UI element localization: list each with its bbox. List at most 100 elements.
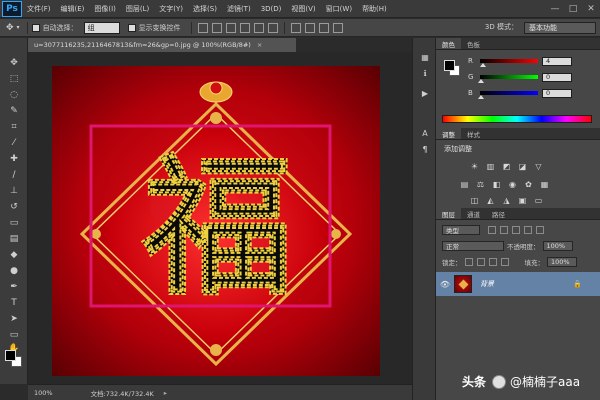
minimize-icon[interactable]: — <box>546 0 564 18</box>
lock-move-icon[interactable] <box>488 258 497 266</box>
channel-mixer-icon[interactable]: ✿ <box>524 180 533 189</box>
blue-value-field[interactable]: 0 <box>542 88 572 98</box>
invert-icon[interactable]: ◫ <box>470 196 479 205</box>
filter-type-icon[interactable] <box>512 226 520 234</box>
layer-kind-dropdown[interactable]: 类型 <box>442 225 480 235</box>
align-hcenter-icon[interactable] <box>253 22 264 33</box>
filter-adjust-icon[interactable] <box>500 226 508 234</box>
lock-transparent-icon[interactable] <box>464 258 473 266</box>
close-icon[interactable]: ✕ <box>582 0 600 18</box>
status-menu-arrow-icon[interactable]: ▸ <box>164 389 167 397</box>
gradient-tool-icon[interactable]: ▤ <box>5 232 23 245</box>
red-slider-knob-icon[interactable] <box>480 63 486 67</box>
align-left-icon[interactable] <box>239 22 250 33</box>
black-white-icon[interactable]: ◧ <box>492 180 501 189</box>
lock-all-icon[interactable] <box>500 258 509 266</box>
healing-brush-tool-icon[interactable]: ✚ <box>5 152 23 165</box>
blur-tool-icon[interactable]: ◆ <box>5 248 23 261</box>
menu-view[interactable]: 视图(V) <box>286 4 320 14</box>
clone-stamp-tool-icon[interactable]: ⊥ <box>5 184 23 197</box>
photo-filter-icon[interactable]: ◉ <box>508 180 517 189</box>
menu-select[interactable]: 选择(S) <box>188 4 222 14</box>
hue-saturation-icon[interactable]: ▤ <box>460 180 469 189</box>
align-bottom-icon[interactable] <box>225 22 236 33</box>
crop-tool-icon[interactable]: ⌗ <box>5 120 23 133</box>
eyedropper-tool-icon[interactable]: ⁄ <box>5 136 23 149</box>
marquee-tool-icon[interactable]: ⬚ <box>5 72 23 85</box>
canvas-area[interactable]: 福 <box>28 52 412 384</box>
red-slider-track[interactable] <box>480 59 538 67</box>
pen-tool-icon[interactable]: ✒ <box>5 280 23 293</box>
menu-window[interactable]: 窗口(W) <box>321 4 357 14</box>
filter-smart-icon[interactable] <box>536 226 544 234</box>
green-slider-track[interactable] <box>478 75 538 83</box>
green-slider-knob-icon[interactable] <box>478 79 484 83</box>
menu-edit[interactable]: 编辑(E) <box>56 4 90 14</box>
menu-layer[interactable]: 图层(L) <box>121 4 154 14</box>
fill-field[interactable]: 100% <box>547 257 577 267</box>
paragraph-panel-icon[interactable]: ¶ <box>419 144 431 154</box>
distribute-left-icon[interactable] <box>332 22 343 33</box>
auto-select-dropdown[interactable]: 组 <box>83 21 120 34</box>
layer-item-background[interactable]: 👁 背景 🔒 <box>436 272 600 296</box>
rectangle-tool-icon[interactable]: ▭ <box>5 328 23 341</box>
curves-icon[interactable]: ◩ <box>502 162 511 171</box>
align-right-icon[interactable] <box>267 22 278 33</box>
menu-help[interactable]: 帮助(H) <box>357 4 392 14</box>
gradient-map-icon[interactable]: ▭ <box>534 196 543 205</box>
auto-select-checkbox[interactable] <box>31 23 40 32</box>
menu-image[interactable]: 图像(I) <box>89 4 121 14</box>
green-value-field[interactable]: 0 <box>542 72 572 82</box>
type-tool-icon[interactable]: T <box>5 296 23 309</box>
dodge-tool-icon[interactable]: ● <box>5 264 23 277</box>
red-value-field[interactable]: 4 <box>542 56 572 66</box>
document-tab[interactable]: u=3077116235,2116467813&fm=26&gp=0.jpg @… <box>28 38 296 52</box>
align-vcenter-icon[interactable] <box>211 22 222 33</box>
brush-tool-icon[interactable]: ∕ <box>5 168 23 181</box>
path-select-tool-icon[interactable]: ➤ <box>5 312 23 325</box>
properties-panel-icon[interactable]: ℹ <box>419 68 431 78</box>
color-panel-foreground-swatch[interactable] <box>444 60 455 71</box>
distribute-vcenter-icon[interactable] <box>304 22 315 33</box>
filter-shape-icon[interactable] <box>524 226 532 234</box>
document-canvas[interactable]: 福 <box>52 66 380 376</box>
filter-pixel-icon[interactable] <box>488 226 496 234</box>
move-tool-icon[interactable]: ✥ <box>5 56 23 69</box>
posterize-icon[interactable]: ◭ <box>486 196 495 205</box>
maximize-icon[interactable]: □ <box>564 0 582 18</box>
color-balance-icon[interactable]: ⚖ <box>476 180 485 189</box>
tab-swatches[interactable]: 色板 <box>461 38 486 49</box>
distribute-bottom-icon[interactable] <box>318 22 329 33</box>
tool-preset-chevron-icon[interactable]: ▾ <box>17 24 20 31</box>
selective-color-icon[interactable]: ▣ <box>518 196 527 205</box>
workspace-switcher[interactable]: 基本功能 <box>524 22 596 34</box>
tab-color[interactable]: 颜色 <box>436 38 461 49</box>
zoom-level[interactable]: 100% <box>28 389 61 397</box>
history-panel-icon[interactable]: ▦ <box>419 52 431 62</box>
blend-mode-dropdown[interactable]: 正常 <box>442 241 504 251</box>
menu-type[interactable]: 文字(Y) <box>154 4 188 14</box>
menu-file[interactable]: 文件(F) <box>22 4 56 14</box>
actions-panel-icon[interactable]: ▶ <box>419 88 431 98</box>
quick-select-tool-icon[interactable]: ✎ <box>5 104 23 117</box>
close-tab-icon[interactable]: × <box>257 41 262 49</box>
brightness-icon[interactable]: ☀ <box>470 162 479 171</box>
color-swatches[interactable] <box>5 350 25 370</box>
levels-icon[interactable]: ▥ <box>486 162 495 171</box>
show-transform-checkbox[interactable] <box>127 23 136 32</box>
vibrance-icon[interactable]: ▽ <box>534 162 543 171</box>
character-panel-icon[interactable]: A <box>419 128 431 138</box>
menu-filter[interactable]: 滤镜(T) <box>222 4 256 14</box>
threshold-icon[interactable]: ◮ <box>502 196 511 205</box>
align-top-icon[interactable] <box>197 22 208 33</box>
exposure-icon[interactable]: ◪ <box>518 162 527 171</box>
distribute-top-icon[interactable] <box>290 22 301 33</box>
eye-icon[interactable]: 👁 <box>436 280 454 289</box>
history-brush-tool-icon[interactable]: ↺ <box>5 200 23 213</box>
foreground-swatch[interactable] <box>5 350 16 361</box>
color-lookup-icon[interactable]: ▦ <box>540 180 549 189</box>
lasso-tool-icon[interactable]: ◌ <box>5 88 23 101</box>
move-tool-icon[interactable]: ✥ <box>6 23 14 33</box>
eraser-tool-icon[interactable]: ▭ <box>5 216 23 229</box>
opacity-field[interactable]: 100% <box>542 241 573 251</box>
